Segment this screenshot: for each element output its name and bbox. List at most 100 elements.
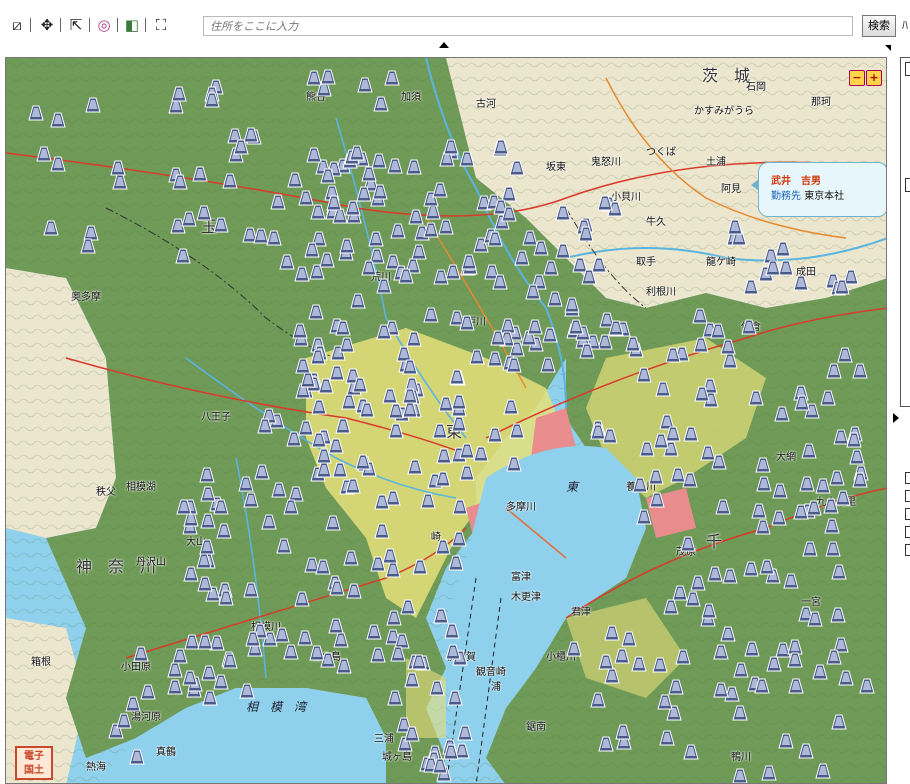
employee-marker-icon[interactable] [85, 97, 101, 114]
employee-marker-icon[interactable] [400, 599, 416, 616]
employee-marker-icon[interactable] [217, 590, 234, 607]
employee-marker-icon[interactable] [621, 631, 637, 648]
employee-marker-icon[interactable] [493, 139, 510, 156]
employee-marker-icon[interactable] [665, 426, 682, 443]
employee-marker-icon[interactable] [444, 623, 460, 640]
employee-marker-icon[interactable] [758, 559, 775, 576]
side-panel-toggle-icon[interactable] [893, 413, 899, 423]
employee-marker-icon[interactable] [543, 260, 559, 277]
employee-marker-icon[interactable] [807, 611, 824, 628]
employee-marker-icon[interactable] [846, 432, 862, 449]
employee-marker-icon[interactable] [373, 96, 389, 113]
employee-marker-icon[interactable] [701, 603, 717, 620]
employee-marker-icon[interactable] [830, 607, 846, 624]
employee-marker-icon[interactable] [374, 523, 391, 540]
employee-marker-icon[interactable] [294, 591, 311, 608]
employee-marker-icon[interactable] [625, 336, 641, 353]
employee-marker-icon[interactable] [469, 349, 485, 366]
employee-marker-icon[interactable] [308, 304, 325, 321]
zoom-box-icon[interactable]: ⧄ [8, 16, 26, 34]
employee-marker-icon[interactable] [293, 266, 310, 283]
employee-marker-icon[interactable] [751, 503, 767, 520]
employee-info-popup[interactable]: 武井 吉男 勤務先 東京本社 [751, 162, 886, 217]
employee-marker-icon[interactable] [371, 184, 388, 201]
employee-marker-icon[interactable] [438, 219, 454, 236]
employee-marker-icon[interactable] [404, 726, 420, 743]
employee-marker-icon[interactable] [406, 459, 423, 476]
employee-marker-icon[interactable] [80, 238, 96, 255]
employee-marker-icon[interactable] [411, 654, 427, 671]
employee-marker-icon[interactable] [797, 743, 814, 760]
side-panel-checkbox[interactable] [905, 544, 910, 556]
employee-marker-icon[interactable] [670, 467, 686, 484]
employee-marker-icon[interactable] [532, 240, 549, 257]
zoom-out-button[interactable]: − [849, 70, 865, 86]
employee-marker-icon[interactable] [423, 307, 439, 324]
employee-marker-icon[interactable] [509, 423, 525, 440]
employee-marker-icon[interactable] [668, 679, 684, 696]
employee-marker-icon[interactable] [345, 478, 361, 495]
employee-marker-icon[interactable] [815, 763, 831, 780]
employee-marker-icon[interactable] [341, 394, 357, 411]
employee-marker-icon[interactable] [274, 627, 290, 644]
employee-marker-icon[interactable] [292, 323, 308, 340]
employee-marker-icon[interactable] [589, 692, 606, 709]
side-panel-checkbox[interactable] [905, 490, 910, 502]
zoom-in-button[interactable]: + [866, 70, 882, 86]
employee-marker-icon[interactable] [116, 713, 132, 730]
employee-marker-icon[interactable] [665, 347, 681, 364]
employee-marker-icon[interactable] [829, 470, 846, 487]
employee-marker-icon[interactable] [753, 678, 770, 695]
employee-marker-icon[interactable] [332, 462, 348, 479]
employee-marker-icon[interactable] [473, 446, 489, 463]
employee-marker-icon[interactable] [748, 390, 765, 407]
employee-marker-icon[interactable] [383, 70, 400, 87]
employee-marker-icon[interactable] [505, 357, 522, 374]
employee-marker-icon[interactable] [755, 457, 771, 474]
employee-marker-icon[interactable] [350, 293, 366, 310]
employee-marker-icon[interactable] [286, 431, 302, 448]
employee-marker-icon[interactable] [397, 268, 414, 285]
employee-marker-icon[interactable] [540, 357, 556, 374]
side-panel-checkbox[interactable] [905, 472, 910, 484]
employee-marker-icon[interactable] [566, 641, 582, 658]
employee-marker-icon[interactable] [182, 670, 198, 687]
employee-marker-icon[interactable] [555, 243, 571, 260]
employee-marker-icon[interactable] [368, 231, 384, 248]
employee-marker-icon[interactable] [279, 254, 295, 271]
employee-marker-icon[interactable] [852, 472, 868, 489]
employee-marker-icon[interactable] [787, 652, 803, 669]
employee-marker-icon[interactable] [172, 174, 188, 191]
employee-marker-icon[interactable] [176, 499, 192, 516]
employee-marker-icon[interactable] [349, 145, 365, 162]
employee-marker-icon[interactable] [451, 416, 467, 433]
employee-marker-icon[interactable] [429, 680, 445, 697]
employee-marker-icon[interactable] [283, 644, 300, 661]
employee-marker-icon[interactable] [614, 648, 630, 665]
employee-marker-icon[interactable] [304, 242, 321, 259]
employee-marker-icon[interactable] [243, 582, 259, 599]
employee-marker-icon[interactable] [339, 337, 356, 354]
employee-marker-icon[interactable] [756, 476, 772, 493]
employee-marker-icon[interactable] [315, 559, 332, 576]
employee-marker-icon[interactable] [316, 462, 332, 479]
employee-marker-icon[interactable] [402, 402, 418, 419]
fit-extent-icon[interactable]: ⛶ [152, 16, 170, 34]
employee-marker-icon[interactable] [451, 531, 468, 548]
employee-marker-icon[interactable] [602, 428, 619, 445]
target-icon[interactable]: ◎ [95, 16, 113, 34]
employee-marker-icon[interactable] [306, 147, 322, 164]
employee-marker-icon[interactable] [794, 395, 810, 412]
employee-marker-icon[interactable] [411, 559, 428, 576]
map-view[interactable]: 茨 城 神 奈 川 千 玉 相 模 湾 東 古河 つくば かすみがうら 石岡 土… [5, 57, 887, 784]
employee-marker-icon[interactable] [732, 768, 748, 784]
employee-marker-icon[interactable] [501, 206, 517, 223]
employee-marker-icon[interactable] [707, 566, 724, 583]
search-button[interactable]: 検索 [862, 15, 896, 37]
employee-marker-icon[interactable] [492, 274, 508, 291]
employee-marker-icon[interactable] [329, 580, 345, 597]
employee-marker-icon[interactable] [335, 320, 351, 337]
employee-marker-icon[interactable] [326, 195, 342, 212]
employee-marker-icon[interactable] [652, 657, 668, 674]
employee-marker-icon[interactable] [376, 278, 392, 295]
